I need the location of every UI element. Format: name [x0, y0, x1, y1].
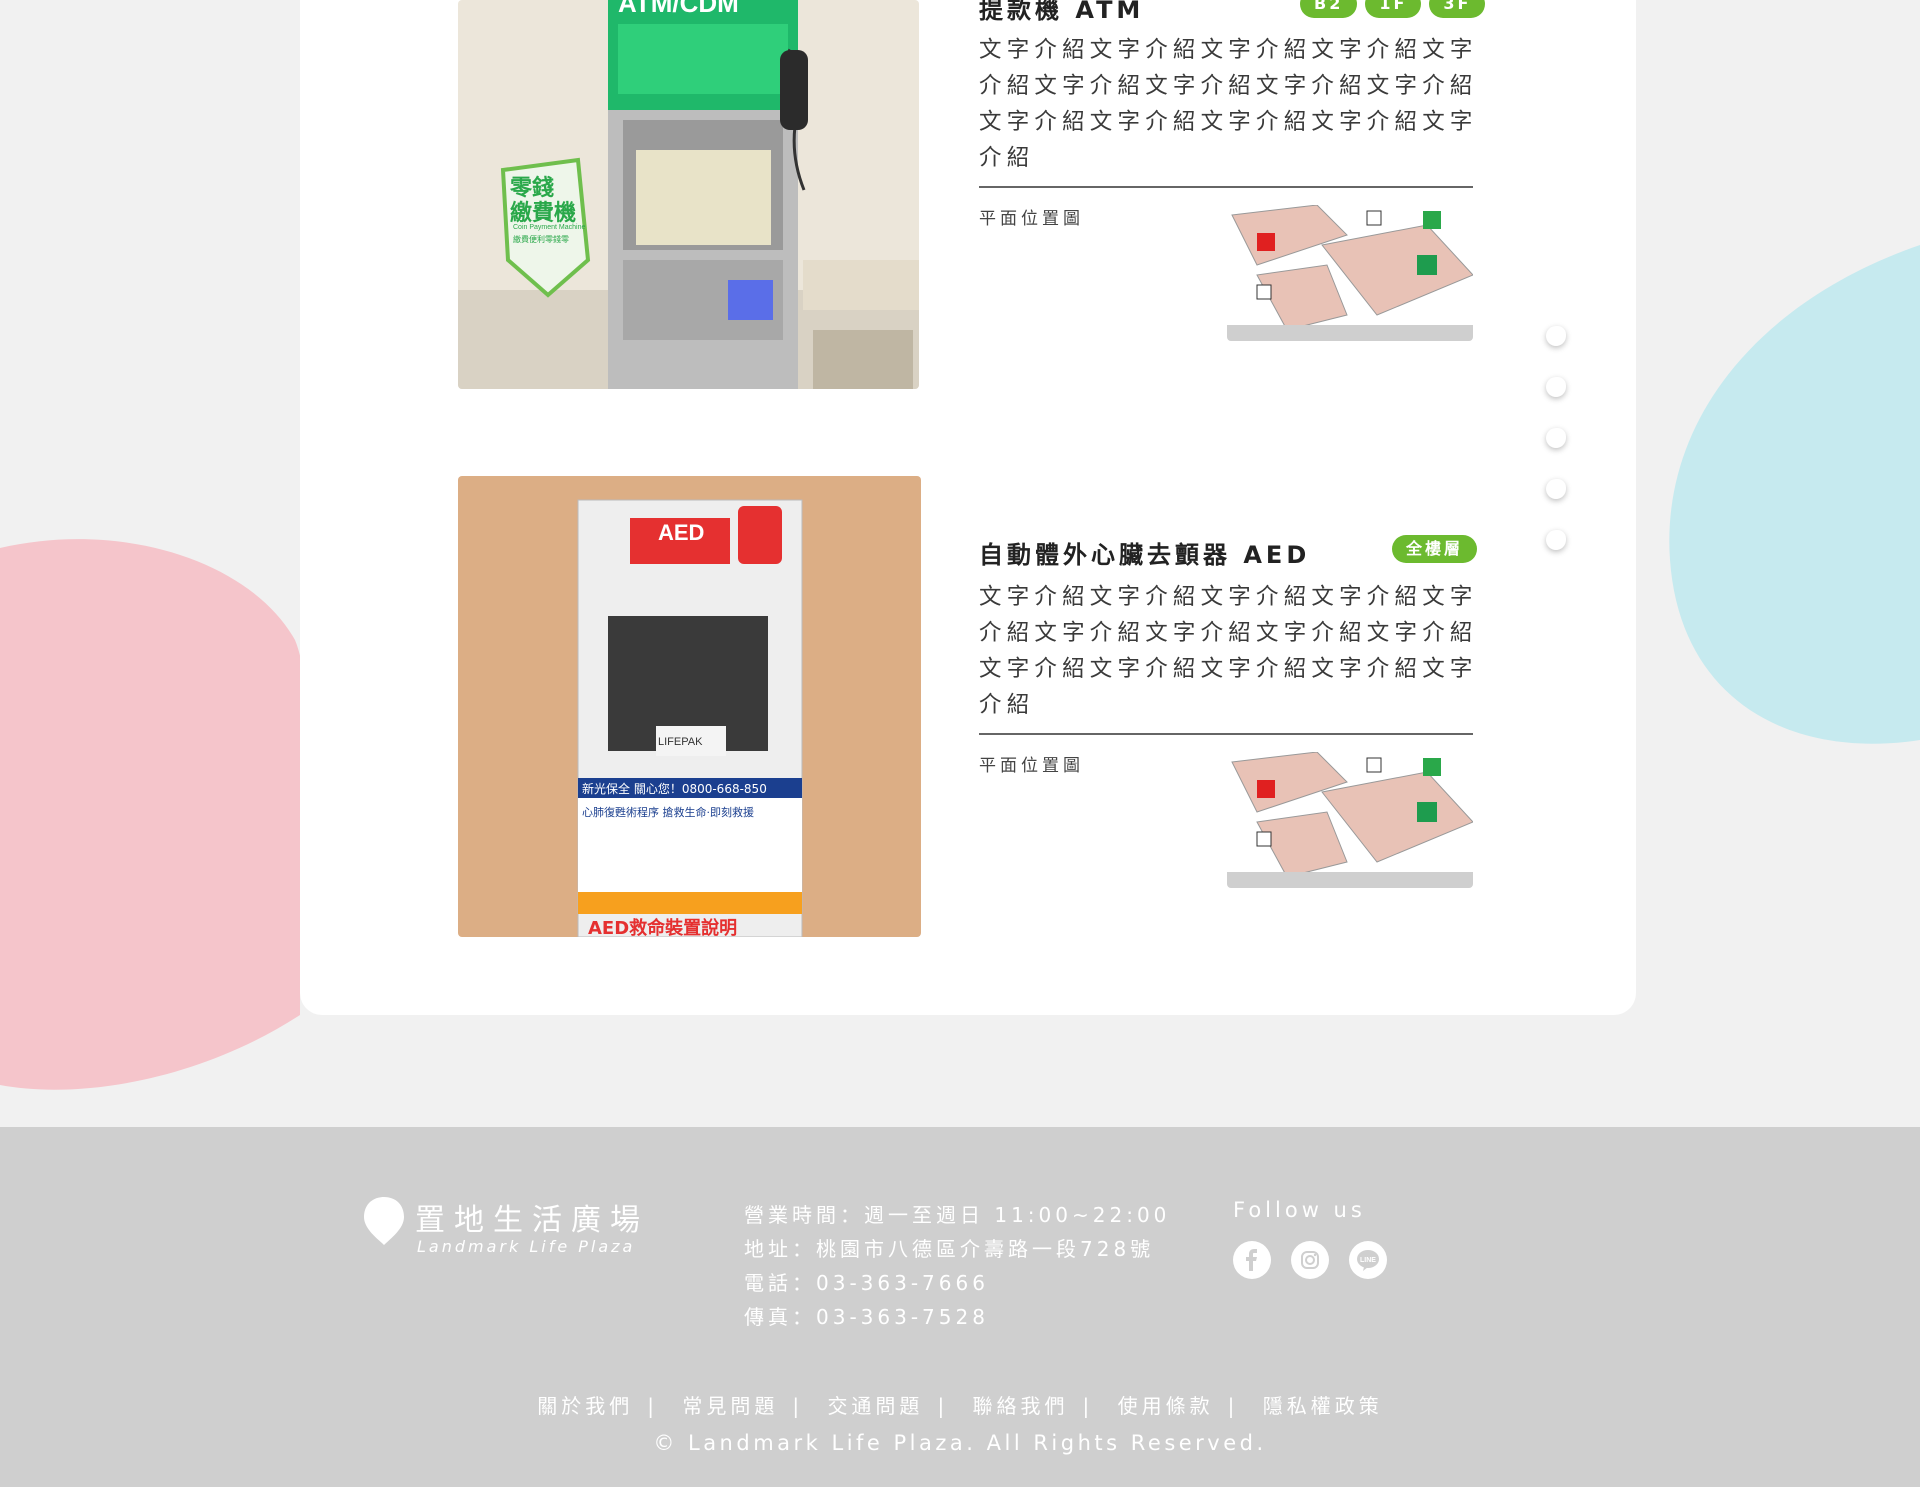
- contact-info: 營業時間：週一至週日 11:00~22:00 地址：桃園市八德區介壽路一段728…: [744, 1198, 1170, 1334]
- divider: [979, 186, 1473, 188]
- fax: 傳真：03-363-7528: [744, 1305, 989, 1329]
- facility-description-atm: 文字介紹文字介紹文字介紹文字介紹文字介紹文字介紹文字介紹文字介紹文字介紹文字介紹…: [979, 37, 1478, 171]
- facility-title-atm: 提款機 ATM: [979, 0, 1145, 24]
- footer-link-contact[interactable]: 聯絡我們: [973, 1394, 1069, 1418]
- follow-label: Follow us: [1233, 1198, 1366, 1222]
- floor-map-label: 平面位置圖: [979, 756, 1084, 776]
- nav-dot[interactable]: [1546, 479, 1566, 499]
- badge-text-sub: 繳費便利零錢零: [513, 234, 569, 244]
- link-separator: |: [647, 1394, 658, 1418]
- hotline-label: 新光保全 關心您！0800-668-850: [582, 781, 767, 796]
- lifepak-label: LIFEPAK: [658, 736, 703, 748]
- svg-text:LINE: LINE: [1360, 1257, 1376, 1264]
- line-icon[interactable]: LINE: [1349, 1241, 1387, 1279]
- cpr-steps-label: 心肺復甦術程序 搶救生命‧即刻救援: [582, 805, 754, 819]
- nav-dot[interactable]: [1546, 530, 1566, 550]
- floor-tag[interactable]: 3F: [1429, 0, 1486, 18]
- instagram-icon[interactable]: [1291, 1241, 1329, 1279]
- facebook-icon[interactable]: [1233, 1241, 1271, 1279]
- floor-map-thumbnail[interactable]: [1227, 752, 1473, 888]
- phone: 電話：03-363-7666: [744, 1271, 989, 1295]
- badge-text-en: Coin Payment Machine: [513, 224, 585, 231]
- floor-map-label: 平面位置圖: [979, 209, 1084, 229]
- nav-dot[interactable]: [1546, 326, 1566, 346]
- link-separator: |: [1082, 1394, 1094, 1418]
- link-separator: |: [1227, 1394, 1239, 1418]
- floor-tag[interactable]: 全樓層: [1392, 535, 1478, 563]
- facility-description-aed: 文字介紹文字介紹文字介紹文字介紹文字介紹文字介紹文字介紹文字介紹文字介紹文字介紹…: [979, 584, 1478, 718]
- footer-link-faq[interactable]: 常見問題: [682, 1394, 778, 1418]
- facility-title-aed: 自動體外心臟去顫器 AED: [979, 541, 1311, 569]
- floor-tag[interactable]: 1F: [1365, 0, 1422, 18]
- business-hours: 營業時間：週一至週日 11:00~22:00: [744, 1203, 1171, 1227]
- link-separator: |: [792, 1394, 804, 1418]
- footer-link-transport[interactable]: 交通問題: [827, 1394, 923, 1418]
- badge-text-2: 繳費機: [510, 200, 576, 226]
- floor-tag[interactable]: B2: [1300, 0, 1358, 18]
- address: 地址：桃園市八德區介壽路一段728號: [744, 1237, 1155, 1261]
- logo-pin-icon: [364, 1197, 404, 1245]
- nav-dot[interactable]: [1546, 428, 1566, 448]
- floor-tags-atm: B2 1F 3F: [1300, 0, 1486, 18]
- nav-dot[interactable]: [1546, 377, 1566, 397]
- copyright: © Landmark Life Plaza. All Rights Reserv…: [653, 1431, 1267, 1455]
- footer-link-about[interactable]: 關於我們: [537, 1394, 633, 1418]
- atm-photo: ATM/CDM 零錢 繳費機 Coin Payment Machine 繳費便利…: [458, 0, 919, 389]
- aed-label: AED: [658, 520, 704, 545]
- link-separator: |: [937, 1394, 949, 1418]
- footer-link-terms[interactable]: 使用條款: [1118, 1394, 1214, 1418]
- badge-text-1: 零錢: [509, 175, 554, 201]
- atm-header-text: ATM/CDM: [618, 0, 739, 18]
- aed-photo: AED LIFEPAK 新光保全 關心您！0800-668-850 心肺復甦術程…: [458, 476, 921, 937]
- floor-map-thumbnail[interactable]: [1227, 205, 1473, 341]
- logo-subtitle: Landmark Life Plaza: [417, 1237, 636, 1256]
- footer-links: 關於我們 | 常見問題 | 交通問題 | 聯絡我們 | 使用條款 | 隱私權政策: [0, 1390, 1920, 1419]
- section-nav-dots: [1546, 326, 1566, 581]
- divider: [979, 733, 1473, 735]
- footer-link-privacy[interactable]: 隱私權政策: [1263, 1394, 1383, 1418]
- social-links: LINE: [1233, 1241, 1387, 1279]
- aed-bottom-label: AED救命裝置說明: [588, 917, 737, 937]
- logo-name: 置地生活廣場: [415, 1203, 649, 1238]
- floor-tags-aed: 全樓層: [1392, 535, 1478, 563]
